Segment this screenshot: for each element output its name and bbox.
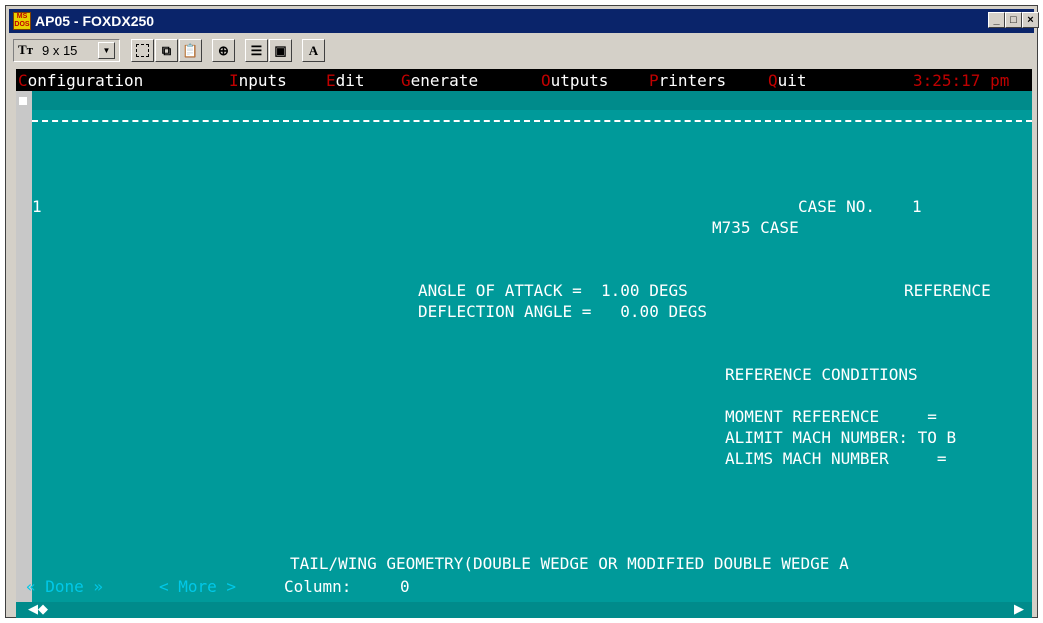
paste-button[interactable]: 📋 [179, 39, 202, 62]
font-button[interactable]: A [302, 39, 325, 62]
ms-dos-icon[interactable]: MS DOS [13, 12, 31, 30]
menu-inputs[interactable]: Inputs [229, 71, 287, 90]
dropdown-button[interactable]: ▼ [98, 42, 115, 59]
menu-configuration[interactable]: Configuration [18, 71, 143, 90]
column-value: 0 [400, 577, 410, 596]
mark-button[interactable] [131, 39, 154, 62]
menu-quit[interactable]: Quit [768, 71, 807, 90]
paste-icon: 📋 [182, 43, 199, 58]
clock: 3:25:17 pm [913, 71, 1010, 90]
mark-icon [136, 44, 149, 57]
reference-header: REFERENCE [904, 281, 991, 300]
toolbar: Tт 9 x 15 ▼ ⧉ 📋 ⊕ ☰ ▣ A [9, 36, 1034, 66]
copy-button[interactable]: ⧉ [155, 39, 178, 62]
background-icon: ▣ [274, 43, 287, 58]
dashed-separator [32, 120, 1032, 122]
menu-generate[interactable]: Generate [401, 71, 478, 90]
horizontal-scrollbar[interactable]: ◀◆ ▶ [16, 602, 1032, 618]
status-bar: « Done » < More > Column: 0 [16, 575, 1016, 597]
font-size-value: 9 x 15 [42, 43, 78, 58]
scroll-right-arrow-icon[interactable]: ▶ [1014, 602, 1024, 617]
more-button[interactable]: < More > [159, 577, 236, 596]
copy-icon: ⧉ [161, 43, 172, 58]
angle-of-attack: ANGLE OF ATTACK = 1.00 DEGS [418, 281, 688, 300]
console-screen[interactable]: Configuration Inputs Edit Generate Outpu… [16, 69, 1032, 602]
case-name: M735 CASE [712, 218, 799, 237]
left-margin [16, 91, 32, 602]
properties-button[interactable]: ☰ [245, 39, 268, 62]
font-tt-icon: Tт [18, 42, 34, 57]
alims-mach-number: ALIMS MACH NUMBER = [725, 449, 947, 468]
moment-reference: MOMENT REFERENCE = [725, 407, 937, 426]
maximize-button[interactable]: □ [1005, 12, 1022, 28]
tail-wing-geometry: TAIL/WING GEOMETRY(DOUBLE WEDGE OR MODIF… [290, 554, 849, 573]
fullscreen-icon: ⊕ [218, 43, 229, 58]
properties-icon: ☰ [250, 43, 263, 58]
alimit-mach-number: ALIMIT MACH NUMBER: TO B [725, 428, 957, 447]
scroll-left-arrow-icon[interactable]: ◀◆ [28, 602, 48, 617]
font-size-select[interactable]: Tт 9 x 15 ▼ [13, 39, 120, 62]
cursor-marker [19, 97, 27, 105]
console-window: MS DOS AP05 - FOXDX250 _ □ × Tт 9 x 15 ▼ … [5, 5, 1039, 618]
fullscreen-button[interactable]: ⊕ [212, 39, 235, 62]
deflection-angle: DEFLECTION ANGLE = 0.00 DEGS [418, 302, 707, 321]
menu-outputs[interactable]: Outputs [541, 71, 608, 90]
font-icon: A [308, 43, 319, 58]
report-text-area[interactable]: 1 CASE NO. 1 M735 CASE ANGLE OF ATTACK =… [32, 110, 1032, 602]
window-title: AP05 - FOXDX250 [35, 13, 155, 29]
background-button[interactable]: ▣ [269, 39, 292, 62]
reference-conditions: REFERENCE CONDITIONS [725, 365, 918, 384]
menu-printers[interactable]: Printers [649, 71, 726, 90]
title-bar[interactable]: MS DOS AP05 - FOXDX250 _ □ × [9, 9, 1039, 33]
case-no-label: CASE NO. [798, 197, 876, 216]
menu-edit[interactable]: Edit [326, 71, 365, 90]
minimize-button[interactable]: _ [988, 12, 1005, 28]
page-marker: 1 [32, 197, 42, 216]
menu-bar: Configuration Inputs Edit Generate Outpu… [16, 69, 1032, 91]
case-no-value: 1 [912, 197, 922, 216]
column-label: Column: [284, 577, 352, 596]
done-button[interactable]: « Done » [26, 577, 103, 596]
close-button[interactable]: × [1022, 12, 1039, 28]
